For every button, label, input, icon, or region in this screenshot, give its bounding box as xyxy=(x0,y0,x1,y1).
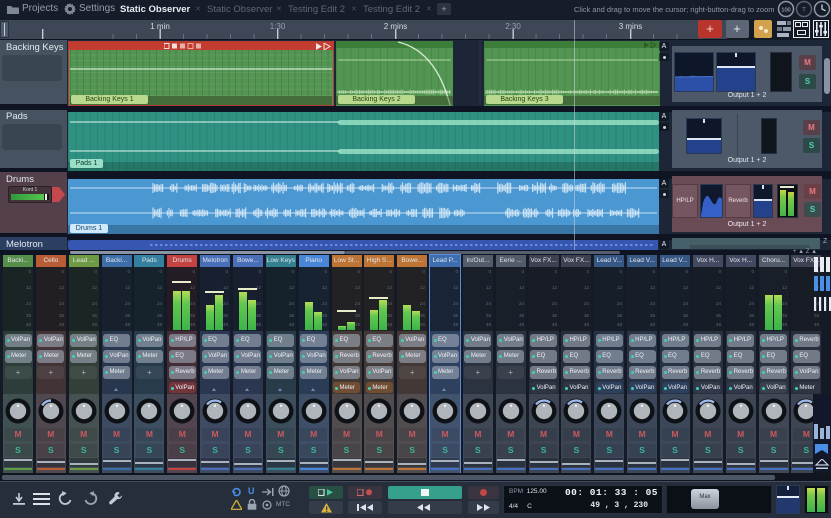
svg-text:T: T xyxy=(802,7,806,14)
svg-text:100: 100 xyxy=(781,8,790,14)
